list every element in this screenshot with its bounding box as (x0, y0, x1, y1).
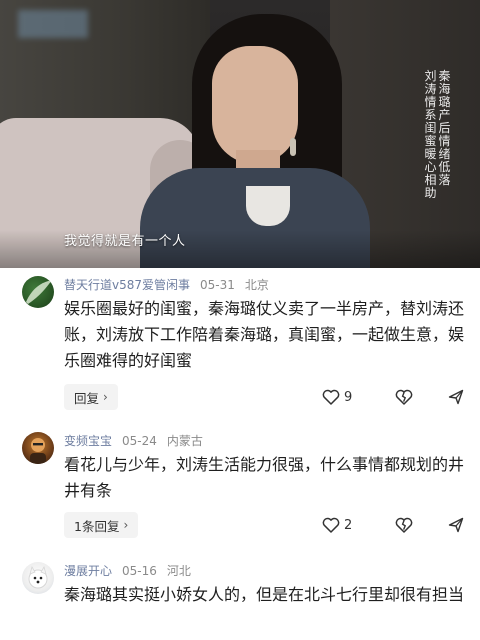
comment-location: 内蒙古 (166, 434, 203, 448)
comment-item: 漫展开心 05-16 河北 秦海璐其实挺小娇女人的，但是在北斗七行里却很有担当 (0, 558, 480, 640)
comment-date: 05-16 (122, 564, 157, 578)
username[interactable]: 漫展开心 (64, 564, 112, 578)
comment-date: 05-31 (200, 278, 235, 292)
chevron-right-icon: › (123, 518, 129, 532)
comment-meta: 漫展开心 05-16 河北 (64, 562, 191, 579)
username[interactable]: 替天行道v587爱管闲事 (64, 278, 190, 292)
reply-label: 回复 (74, 390, 100, 406)
username[interactable]: 变频宝宝 (64, 434, 112, 448)
comment-meta: 替天行道v587爱管闲事 05-31 北京 (64, 276, 269, 293)
broken-heart-icon (395, 517, 413, 533)
comment-location: 北京 (244, 278, 269, 292)
comment-meta: 变频宝宝 05-24 内蒙古 (64, 432, 203, 449)
chevron-right-icon: › (103, 390, 108, 404)
like-count: 2 (344, 517, 353, 533)
person-face (212, 46, 298, 164)
reply-button[interactable]: 1条回复 › (64, 512, 139, 538)
share-arrow-icon (448, 389, 464, 405)
heart-outline-icon (322, 389, 340, 405)
reply-label: 1条回复 (74, 518, 120, 534)
like-button[interactable]: 9 (322, 389, 374, 405)
comment-actions: 9 (322, 384, 472, 410)
share-arrow-icon (448, 517, 464, 533)
comment-text: 看花儿与少年，刘涛生活能力很强，什么事情都规划的井井有条 (64, 455, 465, 500)
comment-actions: 2 (322, 512, 472, 538)
video-subtitle: 我觉得就是有一个人 (64, 234, 186, 249)
earring (290, 138, 296, 156)
comment-item: 变频宝宝 05-24 内蒙古 看花儿与少年，刘涛生活能力很强，什么事情都规划的井井有… (0, 428, 480, 540)
comment-text: 秦海璐其实挺小娇女人的，但是在北斗七行里却很有担当 (64, 585, 465, 604)
reply-button[interactable]: 回复 › (64, 384, 118, 410)
heart-outline-icon (322, 517, 340, 533)
comment-text: 娱乐圈最好的闺蜜，秦海璐仗义卖了一半房产，替刘涛还账，刘涛放下工作陪着秦海璐，真… (64, 299, 465, 370)
comment-date: 05-24 (122, 434, 157, 448)
video-title-line-2: 刘涛情系闺蜜暖心相助 (424, 69, 437, 200)
comment-item: 替天行道v587爱管闲事 05-31 北京 娱乐圈最好的闺蜜，秦海璐仗义卖了一半房产… (0, 272, 480, 412)
share-button[interactable] (434, 517, 464, 533)
broken-heart-icon (395, 389, 413, 405)
green-leaf-icon (26, 280, 52, 304)
share-button[interactable] (434, 389, 464, 405)
dislike-button[interactable] (374, 517, 434, 533)
background-window (18, 10, 88, 38)
cartoon-character-icon (30, 438, 46, 464)
dislike-button[interactable] (374, 389, 434, 405)
avatar[interactable] (22, 432, 54, 464)
white-shirt (246, 186, 290, 226)
like-button[interactable]: 2 (322, 517, 374, 533)
avatar[interactable] (22, 562, 54, 594)
video-title-line-1: 秦海璐产后情绪低落 (438, 69, 451, 187)
avatar[interactable] (22, 276, 54, 308)
comment-location: 河北 (166, 564, 191, 578)
white-dog-icon (28, 566, 48, 589)
video-player[interactable]: 秦海璐产后情绪低落 刘涛情系闺蜜暖心相助 我觉得就是有一个人 (0, 0, 480, 268)
like-count: 9 (344, 389, 353, 405)
